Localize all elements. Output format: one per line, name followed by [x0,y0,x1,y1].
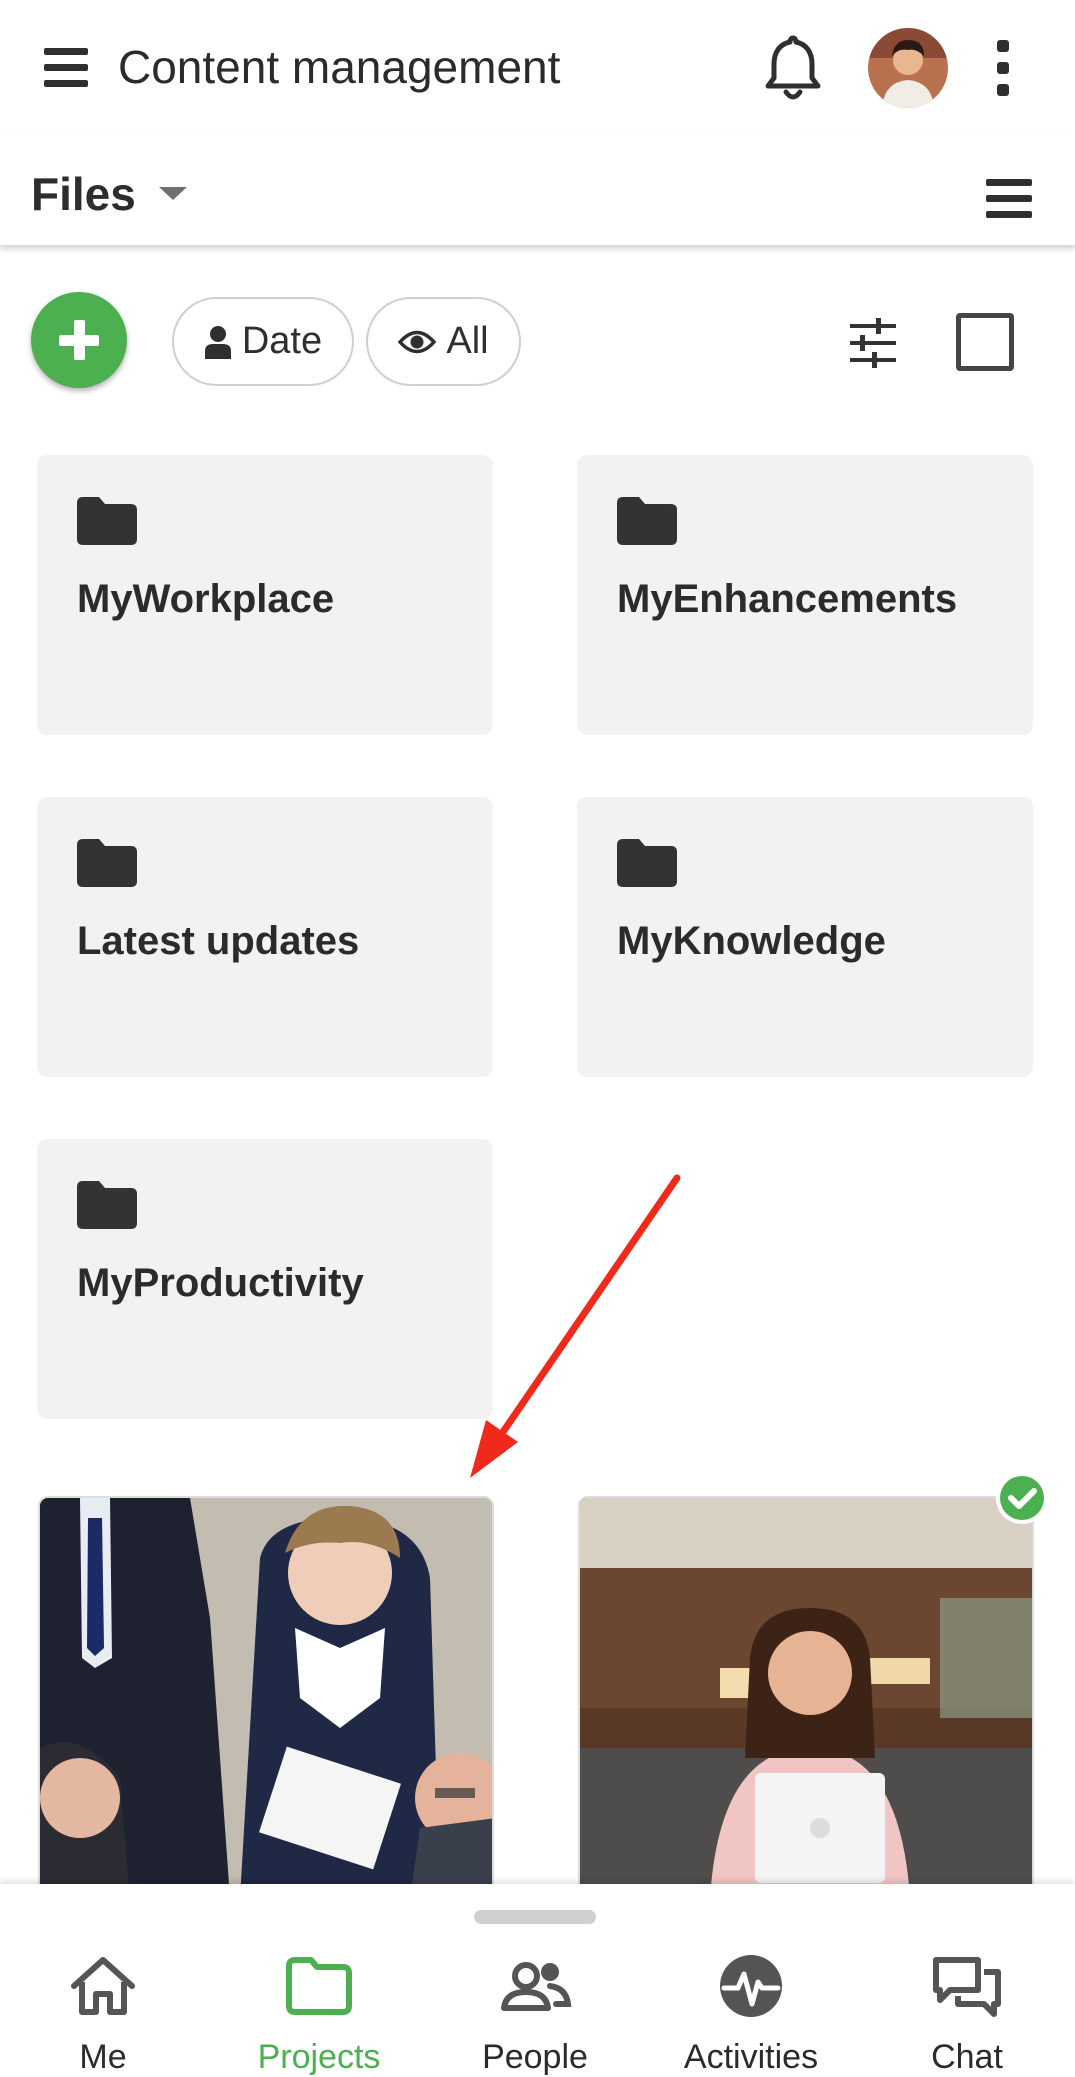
date-filter-chip[interactable]: Date [172,297,354,386]
visibility-filter-label: All [446,320,489,362]
folder-icon [77,1181,137,1229]
menu-icon[interactable] [38,42,94,94]
date-filter-label: Date [241,320,323,362]
eye-icon [398,330,437,353]
activity-icon [720,1955,782,2017]
bottom-navigation: Me Projects People Activities Chat [0,1884,1075,2077]
folder-name: MyKnowledge [617,919,886,963]
folder-icon [286,1957,352,2015]
business-meeting-photo [40,1498,492,1894]
caret-down-icon[interactable] [159,187,187,200]
nav-item-people[interactable]: People [435,1954,635,2076]
chat-icon [933,1957,1001,2017]
folder-card[interactable]: MyProductivity [37,1139,493,1419]
nav-item-chat[interactable]: Chat [867,1954,1067,2076]
woman-laptop-photo [580,1498,1032,1894]
home-icon [71,1957,135,2015]
add-button[interactable] [31,292,127,388]
section-bar: Files [0,135,1075,245]
person-icon [204,325,231,359]
list-icon[interactable] [980,175,1038,225]
page-title: Content management [118,41,561,93]
folder-name: MyWorkplace [77,577,335,621]
drag-handle[interactable] [474,1910,596,1924]
tune-icon[interactable] [848,318,898,368]
folder-card[interactable]: MyKnowledge [577,797,1033,1077]
nav-label-activities: Activities [683,2038,819,2076]
folder-icon [77,839,137,887]
folder-name: MyProductivity [77,1261,364,1305]
folder-icon [617,497,677,545]
avatar[interactable] [868,28,948,108]
folder-card[interactable]: MyEnhancements [577,455,1033,735]
app-bar: Content management [0,0,1075,135]
section-selector[interactable]: Files [31,167,136,221]
nav-label-projects: Projects [257,2038,381,2076]
nav-item-projects[interactable]: Projects [219,1954,419,2076]
bell-icon[interactable] [760,32,826,104]
nav-label-chat: Chat [931,2038,1003,2076]
visibility-filter-chip[interactable]: All [366,297,521,386]
folder-name: MyEnhancements [617,577,958,621]
folder-icon [617,839,677,887]
check-circle-icon [996,1472,1048,1524]
people-icon [501,1962,572,2011]
nav-label-me: Me [79,2038,127,2076]
folder-icon [77,497,137,545]
folder-card[interactable]: MyWorkplace [37,455,493,735]
select-all-checkbox-icon[interactable] [956,313,1014,371]
image-tile[interactable] [578,1496,1034,1896]
nav-label-people: People [482,2038,588,2076]
image-tile[interactable] [38,1496,494,1896]
nav-item-me[interactable]: Me [3,1954,203,2076]
nav-item-activities[interactable]: Activities [651,1954,851,2076]
folder-card[interactable]: Latest updates [37,797,493,1077]
more-vert-icon[interactable] [990,40,1016,96]
folder-name: Latest updates [77,919,360,963]
